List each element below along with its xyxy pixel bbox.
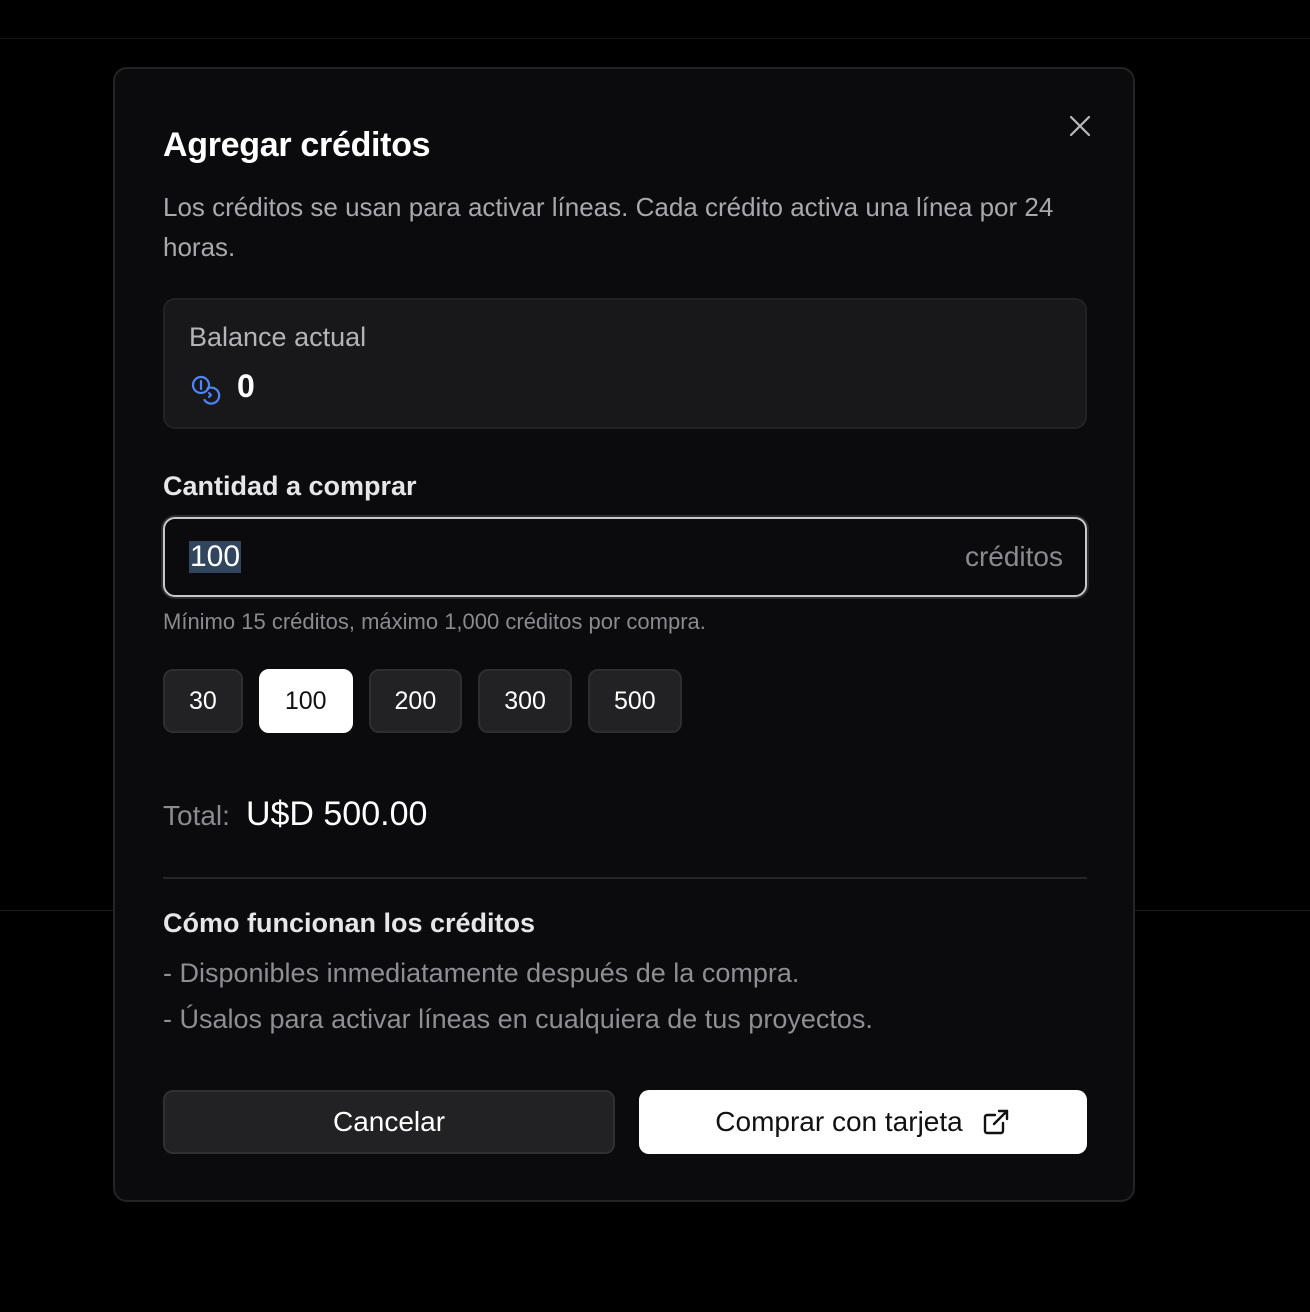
preset-button-100[interactable]: 100 bbox=[258, 669, 353, 733]
close-button[interactable] bbox=[1066, 112, 1094, 140]
preset-button-200[interactable]: 200 bbox=[368, 669, 463, 733]
preset-options: 30 100 200 300 500 bbox=[163, 669, 682, 733]
total-label: Total: bbox=[163, 800, 230, 831]
total-value: U$D 500.00 bbox=[245, 795, 428, 833]
total-row: Total: U$D 500.00 bbox=[163, 795, 427, 834]
background-divider bbox=[0, 38, 1310, 39]
quantity-input[interactable]: 100 créditos bbox=[163, 517, 1087, 597]
preset-button-30[interactable]: 30 bbox=[163, 669, 243, 733]
close-icon bbox=[1069, 115, 1091, 137]
current-balance-card: Balance actual 0 bbox=[163, 298, 1087, 429]
how-it-works-item: - Disponibles inmediatamente después de … bbox=[163, 958, 800, 988]
buy-button-label: Comprar con tarjeta bbox=[715, 1106, 963, 1137]
modal-description: Los créditos se usan para activar líneas… bbox=[163, 192, 1054, 262]
how-it-works-title: Cómo funcionan los créditos bbox=[163, 908, 536, 938]
modal-title: Agregar créditos bbox=[163, 126, 431, 164]
balance-label: Balance actual bbox=[189, 322, 367, 352]
add-credits-modal: Agregar créditos Los créditos se usan pa… bbox=[113, 67, 1135, 1202]
how-it-works-item: - Úsalos para activar líneas en cualquie… bbox=[163, 1004, 873, 1034]
quantity-label: Cantidad a comprar bbox=[163, 471, 417, 501]
quantity-unit-suffix: créditos bbox=[964, 541, 1063, 572]
preset-button-300[interactable]: 300 bbox=[478, 669, 572, 733]
cancel-button[interactable]: Cancelar bbox=[163, 1090, 615, 1154]
quantity-input-value: 100 bbox=[189, 540, 242, 573]
section-divider bbox=[163, 877, 1087, 879]
coins-icon bbox=[191, 375, 221, 405]
external-link-icon bbox=[983, 1109, 1008, 1135]
balance-value: 0 bbox=[237, 368, 255, 404]
preset-button-500[interactable]: 500 bbox=[587, 669, 682, 733]
buy-with-card-button[interactable]: Comprar con tarjeta bbox=[639, 1090, 1087, 1154]
quantity-hint: Mínimo 15 créditos, máximo 1,000 crédito… bbox=[163, 609, 706, 634]
